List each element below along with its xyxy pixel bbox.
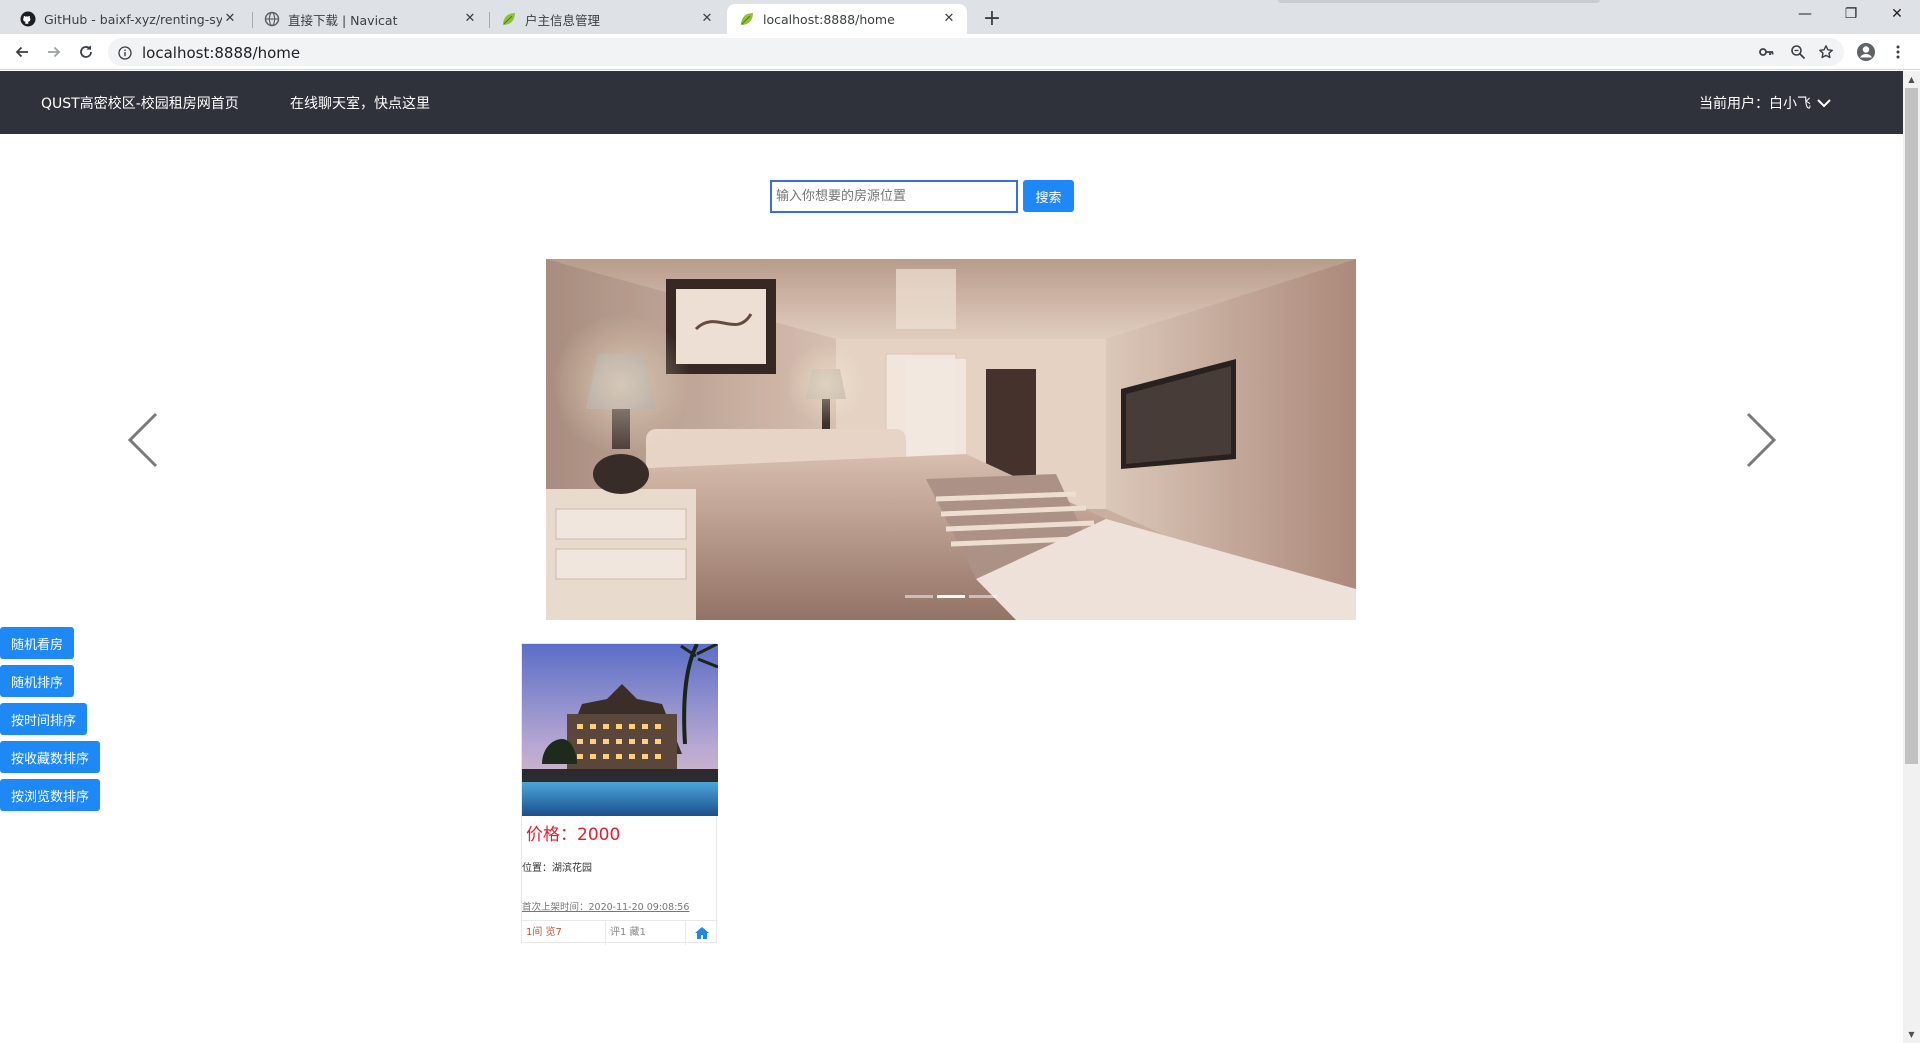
tab-github[interactable]: GitHub - baixf-xyz/renting-sys ✕ — [8, 4, 248, 34]
scroll-up-icon[interactable]: ▲ — [1903, 71, 1920, 88]
tab-title: GitHub - baixf-xyz/renting-sys — [44, 11, 222, 27]
search-input[interactable] — [770, 179, 1018, 213]
carousel-indicator[interactable] — [969, 595, 997, 598]
search-bar: 搜索 — [770, 179, 1074, 213]
tab-navicat[interactable]: 直接下载 | Navicat ✕ — [252, 4, 488, 34]
restore-icon[interactable]: ❐ — [1828, 0, 1874, 30]
site-navbar: QUST高密校区-校园租房网首页 在线聊天室，快点这里 当前用户：白小飞 — [0, 71, 1903, 134]
carousel-indicator-active[interactable] — [937, 595, 965, 598]
tab-title: localhost:8888/home — [763, 11, 895, 27]
home-nav-link[interactable]: QUST高密校区-校园租房网首页 — [41, 93, 239, 113]
carousel-slide-bedroom-image — [546, 259, 1356, 620]
tab-title: 直接下载 | Navicat — [288, 12, 398, 28]
sort-by-views-button[interactable]: 按浏览数排序 — [0, 779, 101, 811]
key-icon[interactable] — [1756, 42, 1776, 62]
tab-title: 户主信息管理 — [525, 12, 601, 28]
browser-tabstrip: GitHub - baixf-xyz/renting-sys ✕ 直接下载 | … — [0, 0, 1920, 34]
address-bar[interactable]: localhost:8888/home — [108, 38, 1844, 66]
listing-card[interactable]: 价格：2000 位置：湖滨花园 首次上架时间：2020-11-20 09:08:… — [521, 643, 718, 945]
home-icon[interactable] — [686, 921, 718, 945]
image-carousel[interactable] — [546, 259, 1356, 620]
sort-by-time-button[interactable]: 按时间排序 — [0, 703, 88, 735]
random-sort-button[interactable]: 随机排序 — [0, 665, 75, 697]
scrollbar-thumb[interactable] — [1905, 88, 1918, 764]
back-icon[interactable] — [8, 38, 36, 66]
tab-close-icon[interactable]: ✕ — [462, 11, 478, 27]
tab-close-icon[interactable]: ✕ — [941, 11, 957, 27]
reload-icon[interactable] — [72, 38, 100, 66]
leaf-icon — [501, 11, 517, 27]
leaf-icon — [739, 11, 755, 27]
user-menu[interactable]: 当前用户：白小飞 — [1699, 93, 1831, 113]
browser-toolbar: localhost:8888/home — [0, 34, 1920, 70]
listing-first-listed-time: 首次上架时间：2020-11-20 09:08:56 — [522, 902, 690, 913]
info-icon[interactable] — [118, 45, 132, 60]
page-scrollbar[interactable]: ▲ ▼ — [1903, 71, 1920, 1043]
page-viewport: QUST高密校区-校园租房网首页 在线聊天室，快点这里 当前用户：白小飞 搜索 — [0, 71, 1903, 1043]
tab-close-icon[interactable]: ✕ — [699, 11, 715, 27]
carousel-indicators — [546, 595, 1356, 598]
url-text: localhost:8888/home — [142, 44, 301, 62]
menu-kebab-icon[interactable] — [1884, 38, 1912, 66]
zoom-icon[interactable] — [1788, 42, 1808, 62]
close-window-icon[interactable]: ✕ — [1874, 0, 1920, 30]
tab-close-icon[interactable]: ✕ — [222, 11, 238, 27]
chevron-down-icon — [1817, 99, 1831, 108]
listing-price: 价格：2000 — [526, 825, 621, 845]
sort-by-favorites-button[interactable]: 按收藏数排序 — [0, 741, 101, 773]
carousel-prev-arrow-icon[interactable] — [124, 410, 164, 470]
minimize-icon[interactable]: — — [1782, 0, 1828, 30]
listing-thumbnail-image[interactable] — [522, 644, 718, 816]
carousel-indicator[interactable] — [905, 595, 933, 598]
search-button[interactable]: 搜索 — [1023, 180, 1074, 212]
current-user-label: 当前用户：白小飞 — [1699, 96, 1811, 112]
new-tab-icon[interactable]: + — [978, 6, 1006, 34]
listing-location: 位置：湖滨花园 — [522, 863, 592, 874]
tab-owner-info[interactable]: 户主信息管理 ✕ — [489, 4, 725, 34]
random-view-button[interactable]: 随机看房 — [0, 627, 75, 659]
profile-icon[interactable] — [1852, 38, 1880, 66]
comments-favorites-stat: 评1 藏1 — [606, 920, 686, 945]
window-overlay — [1278, 0, 1600, 3]
scroll-down-icon[interactable]: ▼ — [1903, 1026, 1920, 1043]
forward-icon[interactable] — [40, 38, 68, 66]
carousel-next-arrow-icon[interactable] — [1740, 410, 1780, 470]
rooms-views-stat: 1间 览7 — [522, 920, 606, 945]
github-icon — [20, 11, 36, 27]
bookmark-star-icon[interactable] — [1816, 42, 1836, 62]
tab-home-active[interactable]: localhost:8888/home ✕ — [727, 4, 967, 34]
listing-stats: 1间 览7 评1 藏1 — [522, 920, 718, 945]
globe-icon — [264, 11, 280, 27]
chat-room-link[interactable]: 在线聊天室，快点这里 — [290, 93, 430, 113]
